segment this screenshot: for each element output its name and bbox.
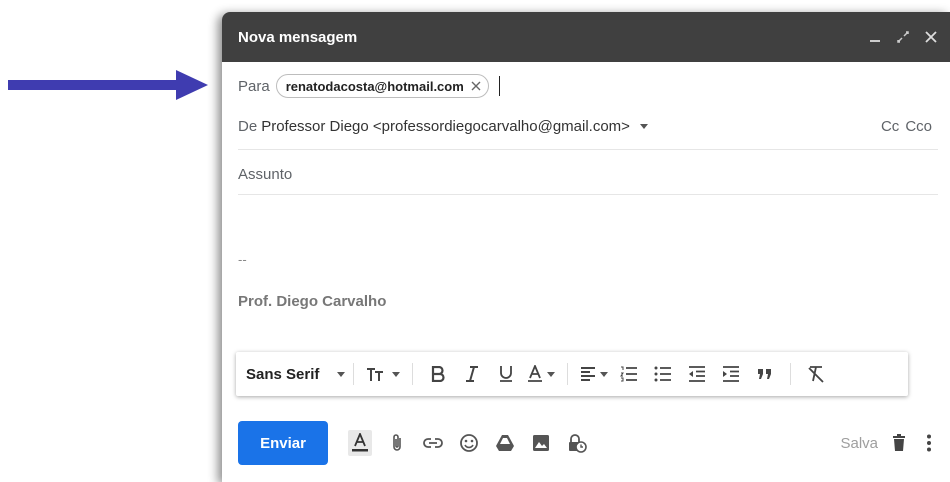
cc-link[interactable]: Cc: [881, 118, 899, 135]
chevron-down-icon: [337, 371, 346, 377]
compose-header: Nova mensagem: [222, 12, 950, 62]
saved-status: Salva: [840, 434, 878, 452]
from-label: De: [238, 117, 258, 135]
text-cursor: [498, 76, 500, 96]
compose-window: Nova mensagem Para renatodacosta@hotmail…: [222, 12, 950, 482]
divider: [790, 363, 792, 385]
to-field[interactable]: Para renatodacosta@hotmail.com: [238, 74, 932, 98]
indent-more-icon[interactable]: [718, 360, 744, 388]
underline-icon[interactable]: [493, 360, 519, 388]
send-button[interactable]: Enviar: [238, 421, 328, 465]
emoji-icon[interactable]: [458, 432, 480, 454]
divider: [567, 363, 569, 385]
subject-field: [238, 162, 932, 186]
recipient-email: renatodacosta@hotmail.com: [285, 78, 464, 94]
align-icon[interactable]: [580, 360, 609, 388]
text-size-icon[interactable]: [366, 360, 401, 388]
bcc-link[interactable]: Cco: [905, 118, 932, 135]
formatting-options-icon[interactable]: [348, 430, 372, 456]
divider: [353, 363, 355, 385]
recipient-chip[interactable]: renatodacosta@hotmail.com: [275, 74, 489, 98]
divider: [238, 149, 938, 150]
bottom-toolbar: Enviar Salva: [238, 420, 938, 466]
close-icon[interactable]: [924, 30, 938, 44]
signature-name: Prof. Diego Carvalho: [238, 293, 387, 310]
formatting-toolbar: Sans Serif: [236, 352, 908, 396]
minimize-icon[interactable]: [868, 30, 882, 44]
text-color-icon[interactable]: [527, 360, 556, 388]
remove-formatting-icon[interactable]: [803, 360, 829, 388]
quote-icon[interactable]: [752, 360, 778, 388]
font-select[interactable]: Sans Serif: [246, 365, 346, 383]
bulleted-list-icon[interactable]: [650, 360, 676, 388]
chevron-down-icon[interactable]: [639, 123, 648, 129]
font-name: Sans Serif: [246, 365, 320, 383]
remove-recipient-icon[interactable]: [470, 80, 482, 92]
more-options-icon[interactable]: [920, 433, 938, 453]
divider: [412, 363, 414, 385]
bold-icon[interactable]: [425, 360, 451, 388]
from-field: De Professor Diego <professordiegocarval…: [238, 114, 932, 138]
insert-photo-icon[interactable]: [530, 432, 552, 454]
confidential-mode-icon[interactable]: [566, 432, 588, 454]
attach-file-icon[interactable]: [386, 432, 408, 454]
expand-icon[interactable]: [896, 30, 910, 44]
divider: [238, 194, 938, 195]
window-controls: [868, 30, 938, 44]
compose-title: Nova mensagem: [238, 28, 358, 46]
numbered-list-icon[interactable]: [616, 360, 642, 388]
insert-link-icon[interactable]: [422, 432, 444, 454]
italic-icon[interactable]: [459, 360, 485, 388]
trash-icon[interactable]: [890, 433, 908, 453]
signature-separator: --: [238, 252, 247, 267]
annotation-arrow: [8, 70, 208, 100]
indent-less-icon[interactable]: [684, 360, 710, 388]
to-label: Para: [238, 77, 270, 95]
subject-input[interactable]: [238, 165, 878, 183]
from-sender[interactable]: Professor Diego <professordiegocarvalho@…: [261, 118, 630, 135]
google-drive-icon[interactable]: [494, 432, 516, 454]
